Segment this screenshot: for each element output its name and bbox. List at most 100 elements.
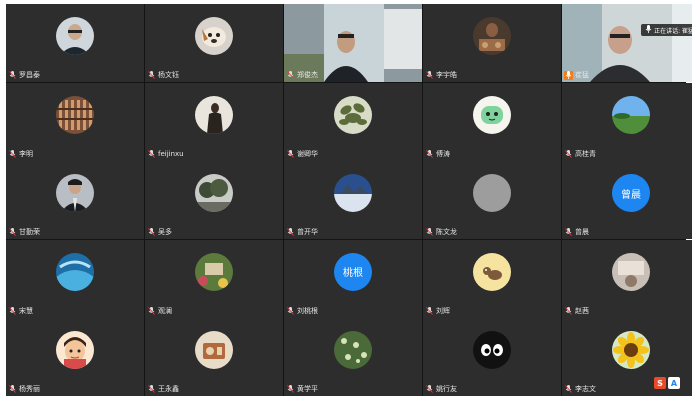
participant-tile[interactable]: 杨文钰 xyxy=(145,4,283,82)
ime-a-icon[interactable]: A xyxy=(668,377,680,389)
participant-tile[interactable]: 罗昌泰 xyxy=(6,4,144,82)
participant-nameplate: 崔猛 xyxy=(564,69,589,81)
mic-off-icon xyxy=(564,306,573,315)
ime-tray: S A xyxy=(654,376,680,390)
participant-nameplate: 杨文钰 xyxy=(147,69,179,81)
mic-off-icon xyxy=(147,385,156,394)
participant-tile[interactable]: 谢卿华 xyxy=(284,82,422,161)
participant-tile[interactable]: 陈文龙 xyxy=(423,161,561,239)
mic-off-icon xyxy=(8,385,17,394)
avatar xyxy=(334,331,372,369)
participant-nameplate: 谢卿华 xyxy=(286,148,318,160)
mic-off-icon xyxy=(147,306,156,315)
avatar xyxy=(473,95,511,134)
participant-nameplate: 王永鑫 xyxy=(147,383,179,395)
participant-name: 郑俊杰 xyxy=(297,71,318,79)
participant-tile[interactable]: 杨秀丽 xyxy=(6,318,144,396)
participant-nameplate: 陈文龙 xyxy=(425,226,457,238)
participant-nameplate: 宋慧 xyxy=(8,305,33,317)
participant-tile[interactable]: feijinxu xyxy=(145,82,283,161)
avatar xyxy=(195,174,233,212)
participant-name: 赵茜 xyxy=(575,306,589,315)
participant-tile[interactable]: 李明 xyxy=(6,82,144,161)
participant-nameplate: 观澜 xyxy=(147,305,172,317)
participant-nameplate: 曾晨 xyxy=(564,226,589,238)
participant-name: 姚行友 xyxy=(436,385,457,393)
participant-nameplate: 罗昌泰 xyxy=(8,69,40,81)
avatar xyxy=(56,174,94,212)
participant-tile[interactable]: 王永鑫 xyxy=(145,318,283,396)
participant-name: 李明 xyxy=(19,149,33,158)
mic-off-icon xyxy=(286,385,295,394)
participant-name: 王永鑫 xyxy=(158,385,179,393)
participant-name: feijinxu xyxy=(158,149,184,158)
participant-nameplate: 刘辉 xyxy=(425,305,450,317)
meeting-gallery: 罗昌泰 杨文钰 郑俊杰 李宇皓 正在讲话: 崔猛崔猛李明 feijinxu 谢卿华 傅涛 高桂青… xyxy=(6,4,692,396)
participant-nameplate: 黄学平 xyxy=(286,383,318,395)
mic-off-icon xyxy=(147,149,156,158)
mic-off-icon xyxy=(8,71,17,80)
participant-tile[interactable]: 桃根 刘桃根 xyxy=(284,239,422,318)
mic-off-icon xyxy=(564,149,573,158)
participant-name: 宋慧 xyxy=(19,306,33,315)
participant-name: 曾晨 xyxy=(575,228,589,236)
avatar xyxy=(195,331,233,369)
participant-nameplate: feijinxu xyxy=(147,148,184,160)
avatar xyxy=(473,17,511,55)
avatar xyxy=(473,331,511,369)
participant-tile[interactable]: 赵茜 xyxy=(562,239,692,318)
participant-name: 李宇皓 xyxy=(436,71,457,79)
participant-name: 曾开华 xyxy=(297,228,318,236)
participant-nameplate: 傅涛 xyxy=(425,148,450,160)
avatar xyxy=(56,331,94,369)
mic-off-icon xyxy=(425,228,434,237)
participant-tile[interactable]: 曾开华 xyxy=(284,161,422,239)
participant-tile[interactable]: 李宇皓 xyxy=(423,4,561,82)
participant-name: 谢卿华 xyxy=(297,149,318,158)
mic-icon xyxy=(564,70,573,80)
avatar xyxy=(56,95,94,134)
avatar xyxy=(195,252,233,291)
mic-off-icon xyxy=(564,385,573,394)
avatar: 桃根 xyxy=(334,252,372,291)
mic-off-icon xyxy=(8,306,17,315)
participant-grid: 罗昌泰 杨文钰 郑俊杰 李宇皓 正在讲话: 崔猛崔猛李明 feijinxu 谢卿华 傅涛 高桂青… xyxy=(6,4,692,396)
speaking-indicator: 正在讲话: 崔猛 xyxy=(641,24,692,36)
participant-name: 杨秀丽 xyxy=(19,385,40,393)
participant-nameplate: 吴多 xyxy=(147,226,172,238)
participant-tile[interactable]: 观澜 xyxy=(145,239,283,318)
participant-name: 杨文钰 xyxy=(158,71,179,79)
participant-nameplate: 李志文 xyxy=(564,383,596,395)
avatar xyxy=(334,95,372,134)
ime-s-icon[interactable]: S xyxy=(654,377,666,389)
participant-tile[interactable]: 吴多 xyxy=(145,161,283,239)
participant-tile[interactable]: 黄学平 xyxy=(284,318,422,396)
participant-name: 崔猛 xyxy=(575,71,589,79)
participant-tile[interactable]: 甘勤荣 xyxy=(6,161,144,239)
participant-name: 甘勤荣 xyxy=(19,228,40,236)
participant-name: 吴多 xyxy=(158,228,172,236)
participant-name: 高桂青 xyxy=(575,149,596,158)
avatar xyxy=(334,174,372,212)
participant-tile[interactable]: 刘辉 xyxy=(423,239,561,318)
participant-tile[interactable]: 姚行友 xyxy=(423,318,561,396)
mic-off-icon xyxy=(8,149,17,158)
participant-tile[interactable]: 郑俊杰 xyxy=(284,4,422,82)
mic-icon xyxy=(645,25,652,35)
participant-tile[interactable]: 宋慧 xyxy=(6,239,144,318)
participant-tile[interactable]: 曾晨 曾晨 xyxy=(562,161,692,239)
mic-off-icon xyxy=(8,228,17,237)
mic-off-icon xyxy=(425,71,434,80)
avatar xyxy=(612,331,650,369)
participant-name: 刘辉 xyxy=(436,306,450,315)
participant-tile[interactable]: 正在讲话: 崔猛崔猛 xyxy=(562,4,692,82)
participant-tile[interactable]: 傅涛 xyxy=(423,82,561,161)
mic-off-icon xyxy=(425,306,434,315)
participant-tile[interactable]: 高桂青 xyxy=(562,82,692,161)
participant-name: 观澜 xyxy=(158,306,172,315)
speaking-label: 正在讲话: 崔猛 xyxy=(654,27,692,35)
participant-nameplate: 李宇皓 xyxy=(425,69,457,81)
participant-name: 罗昌泰 xyxy=(19,71,40,79)
participant-name: 傅涛 xyxy=(436,149,450,158)
avatar xyxy=(612,252,650,291)
